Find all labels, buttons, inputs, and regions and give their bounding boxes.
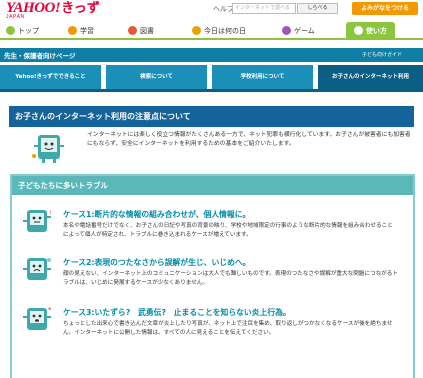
site-logo[interactable]: YAHOO! きっず JAPAN: [6, 1, 100, 21]
tab-bar: Yahoo!きっずでできること 検索について 学校利用について お子さんのインタ…: [0, 65, 423, 89]
main-nav: トップ 学習 図書 今日は何の日 ゲーム 使い方: [0, 22, 423, 40]
search-input[interactable]: インターネットで調べる: [232, 3, 296, 14]
study-icon: [68, 26, 77, 35]
nav-label: ゲーム: [294, 26, 315, 35]
nav-label: トップ: [18, 26, 39, 35]
section-title: 先生・保護者向けページ: [4, 52, 76, 60]
tablet-character-icon: !: [23, 210, 51, 232]
nav-label: 学習: [80, 26, 94, 35]
case-description: 本名や電話番号だけでなく、お子さんの日記や写真の背景の映り、学校や地域限定の行事…: [63, 223, 393, 238]
case-title: ケース1:断片的な情報の組み合わせが、個人情報に。: [63, 210, 251, 219]
calendar-icon: [192, 26, 201, 35]
help-link[interactable]: ヘルプ: [213, 4, 234, 14]
tablet-character-icon: [23, 258, 51, 280]
nav-label: 図書: [140, 26, 154, 35]
logo-kids: きっず: [61, 1, 100, 16]
nav-item-library[interactable]: 図書: [128, 23, 154, 38]
intro-text: インターネットには楽しく役立つ情報がたくさんある一方で、ネット犯罪も横行化してい…: [87, 132, 411, 147]
nav-item-top[interactable]: トップ: [6, 23, 39, 38]
case-description: ちょっとした出来心で書き込んだ文章が炎上したり写真が、ネット上で注目を集め、取り…: [63, 321, 393, 336]
game-icon: [282, 26, 291, 35]
nav-item-study[interactable]: 学習: [68, 23, 94, 38]
home-icon: [6, 26, 15, 35]
nav-label: 今日は何の日: [204, 26, 246, 35]
site-header: YAHOO! きっず JAPAN ヘルプ インターネットで調べる しらべる よみ…: [0, 0, 423, 22]
book-icon: [128, 26, 137, 35]
tablet-character-icon: [32, 135, 64, 163]
nav-item-howto[interactable]: 使い方: [346, 22, 395, 39]
tab-underline: [0, 89, 423, 92]
search-button[interactable]: しらべる: [297, 3, 338, 14]
trouble-header: 子どもたちに多いトラブル: [12, 176, 413, 195]
furigana-button[interactable]: よみがなをつける: [352, 2, 418, 15]
section-bar: 先生・保護者向けページ 子ども向けガイド: [0, 48, 423, 62]
tab-school[interactable]: 学校利用について: [212, 65, 313, 89]
page-title: お子さんのインターネット利用の注意点について: [9, 106, 414, 127]
kids-guide-link[interactable]: 子ども向けガイド: [362, 51, 402, 58]
tab-search[interactable]: 検索について: [106, 65, 207, 89]
logo-japan: JAPAN: [6, 14, 25, 20]
nav-item-game[interactable]: ゲーム: [282, 23, 315, 38]
trouble-section: 子どもたちに多いトラブル ! ケース1:断片的な情報の組み合わせが、個人情報に。…: [10, 174, 415, 378]
tab-what-you-can-do[interactable]: Yahoo!きっずでできること: [0, 65, 101, 89]
tablet-character-icon: [23, 307, 51, 330]
case-title: ケース2:表現のつたなさから誤解が生じ、いじめへ。: [63, 258, 251, 267]
case-description: 顔の見えない、インターネット上のコミュニケーションは大人でも難しいものです。表現…: [63, 271, 398, 286]
case-title: ケース3:いたずら? 武勇伝? 止まることを知らない炎上行為。: [63, 308, 291, 317]
tab-internet-use[interactable]: お子さんのインターネット利用: [318, 65, 423, 89]
nav-item-today[interactable]: 今日は何の日: [192, 23, 246, 38]
howto-icon: [354, 26, 363, 35]
svg-text:!: !: [49, 210, 51, 217]
nav-label: 使い方: [366, 26, 387, 35]
